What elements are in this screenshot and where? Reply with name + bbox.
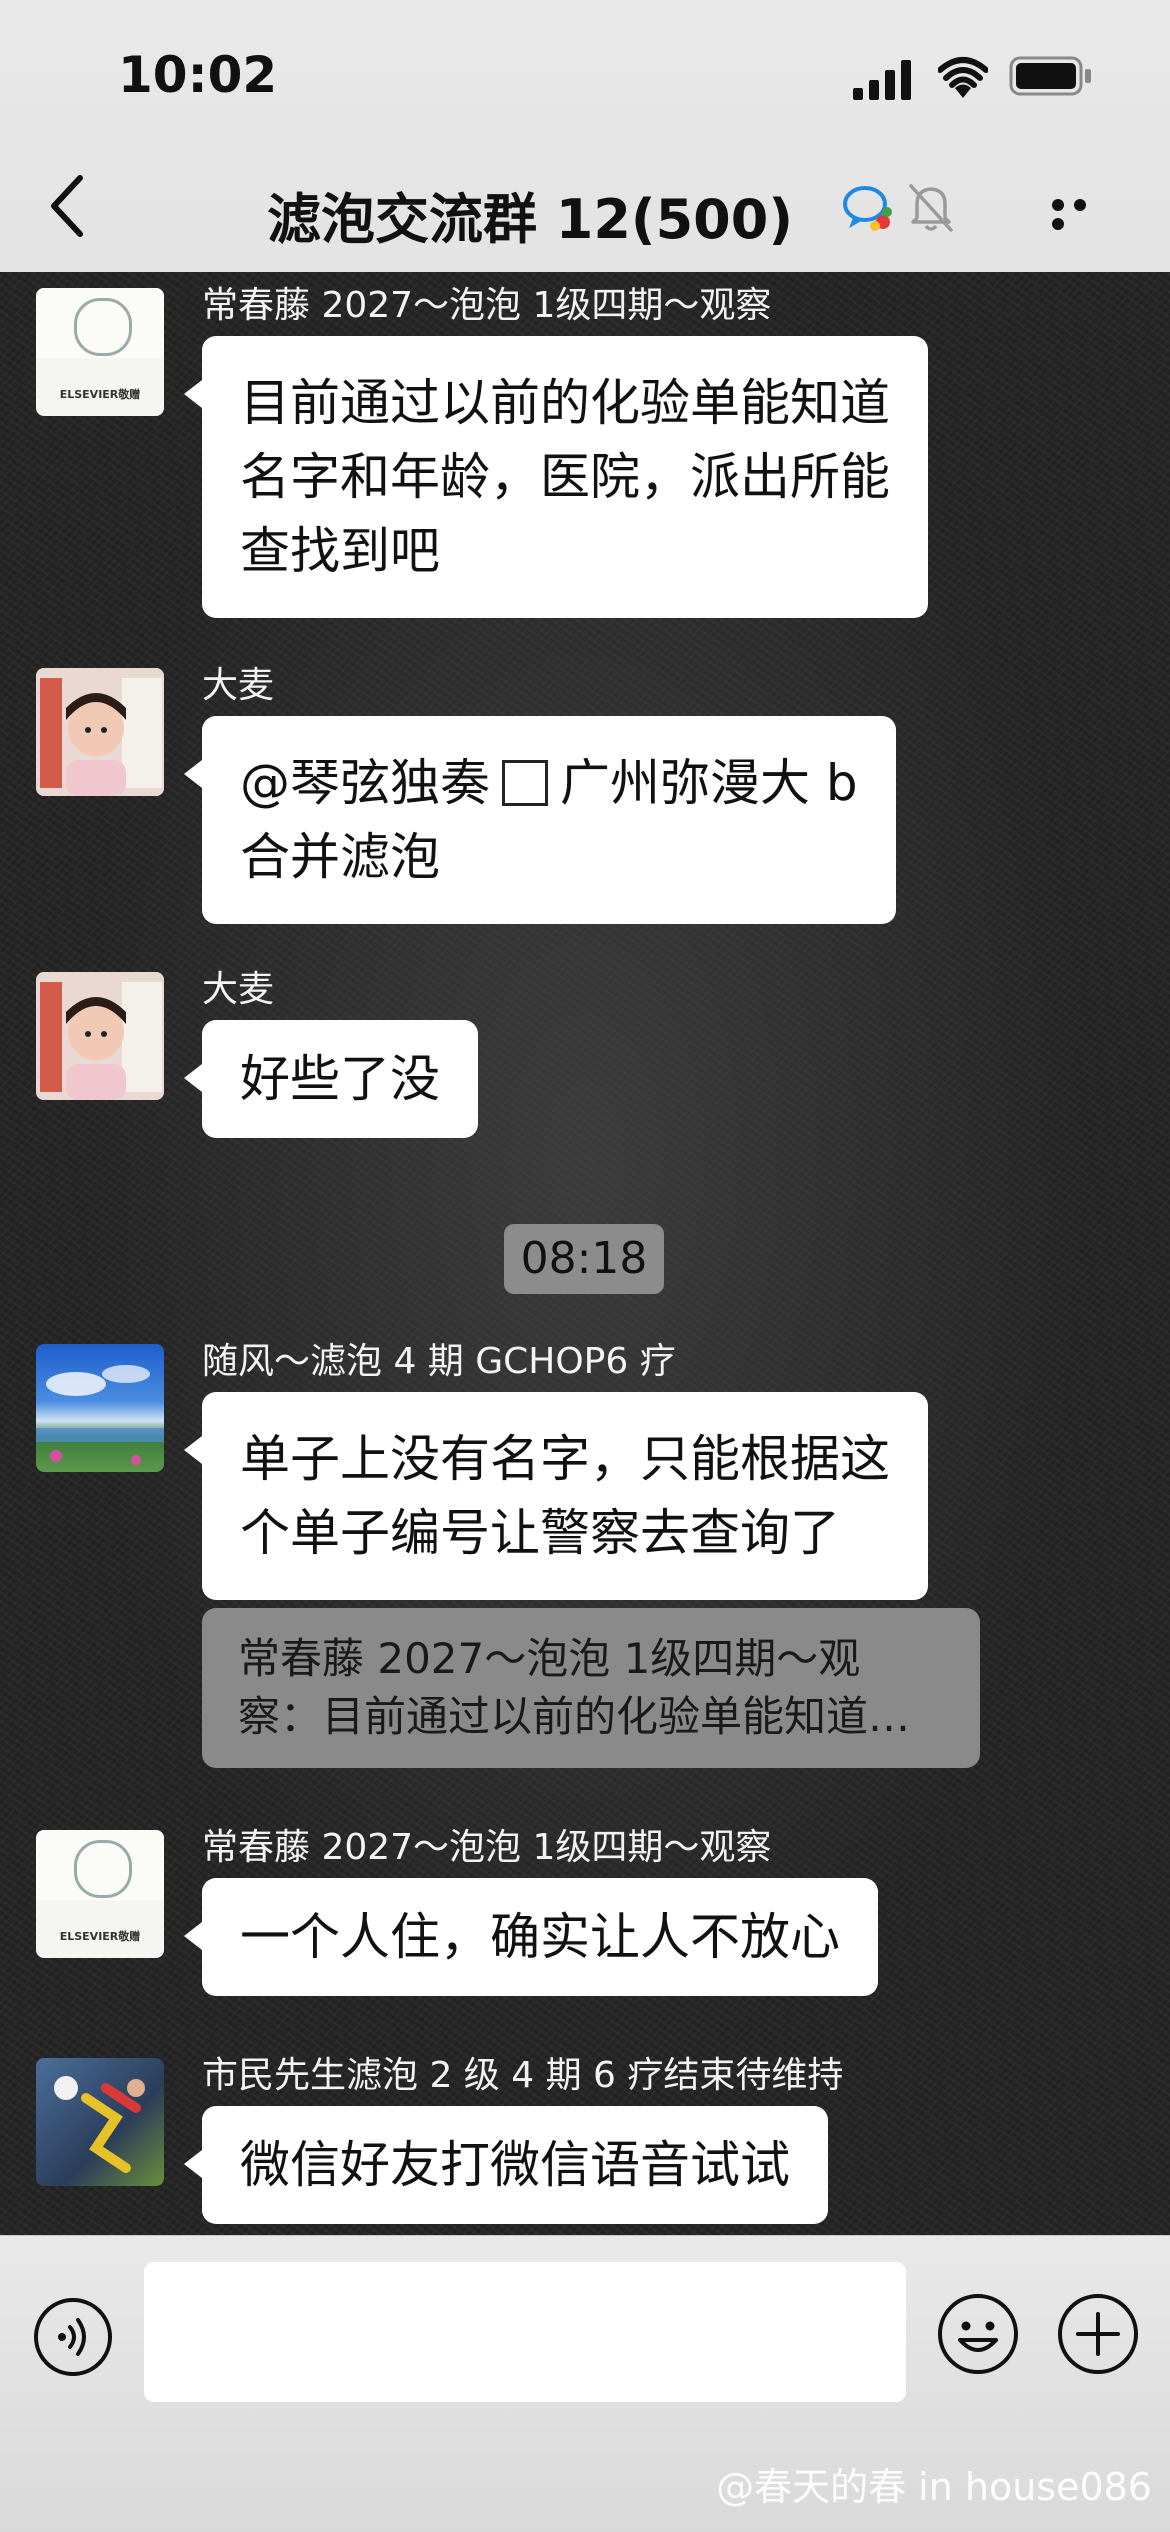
quoted-message[interactable]: 常春藤 2027～泡泡 1级四期～观 察：目前通过以前的化验单能知道名字和年龄	[202, 1608, 980, 1768]
watermark-text: @春天的春 in house086	[716, 2465, 1152, 2509]
sender-name: 常春藤 2027～泡泡 1级四期～观察	[202, 1827, 772, 1868]
missing-glyph-box-icon	[502, 760, 548, 806]
more-options-button[interactable]	[1052, 196, 1112, 230]
battery-icon	[1009, 56, 1091, 96]
message-line: 合并滤泡	[240, 828, 440, 886]
message-line: 好些了没	[240, 1050, 440, 1108]
mention-text[interactable]: @琴弦独奏	[240, 754, 490, 812]
quote-line: 察：目前通过以前的化验单能知道名字和年龄	[238, 1692, 944, 1741]
wifi-icon	[938, 57, 988, 98]
message-line: 目前通过以前的化验单能知道	[240, 374, 890, 432]
seal-icon	[74, 298, 132, 356]
message-bubble[interactable]: 好些了没	[184, 1020, 478, 1138]
back-button[interactable]	[44, 170, 88, 242]
status-time: 10:02	[118, 46, 278, 104]
more-dot	[1074, 199, 1086, 211]
group-chat-icon[interactable]	[841, 182, 895, 234]
sender-name: 市民先生滤泡 2 级 4 期 6 疗结束待维持	[202, 2055, 844, 2096]
message-line: 一个人住，确实让人不放心	[240, 1908, 840, 1966]
group-title: 滤泡交流群 12(500)	[0, 175, 1170, 254]
soccer-player-image	[54, 2076, 145, 2173]
landscape-avatar[interactable]	[36, 1344, 164, 1472]
elsevier-logo-avatar[interactable]: ELSEVIER敬赠	[36, 1830, 164, 1958]
message-line: 微信好友打微信语音试试	[240, 2136, 790, 2194]
more-dot	[1052, 199, 1064, 211]
message-bubble[interactable]: 单子上没有名字，只能根据这 个单子编号让警察去查询了	[184, 1392, 928, 1600]
bell-muted-icon	[909, 184, 953, 232]
avatar-caption: ELSEVIER敬赠	[59, 1930, 141, 1943]
seal-icon	[74, 1840, 132, 1898]
group-title-text: 滤泡交流群 12(500)	[266, 188, 794, 251]
emoji-icon[interactable]	[936, 2292, 1020, 2376]
message-line: 查找到吧	[240, 522, 440, 580]
landscape-image	[36, 1365, 164, 1465]
message-bubble[interactable]: @琴弦独奏 广州弥漫大 b 合并滤泡	[184, 716, 896, 924]
elsevier-logo-avatar[interactable]: ELSEVIER敬赠	[36, 288, 164, 416]
top-bar: 10:02 滤泡交流群 12(500)	[0, 0, 1170, 273]
message-bubble[interactable]: 微信好友打微信语音试试	[184, 2106, 828, 2224]
sender-name: 随风～滤泡 4 期 GCHOP6 疗	[202, 1341, 676, 1382]
child-photo-image	[36, 668, 164, 796]
message-input[interactable]	[144, 2262, 906, 2402]
message-line: 个单子编号让警察去查询了	[240, 1504, 840, 1562]
more-dot	[1052, 218, 1064, 230]
plus-icon[interactable]	[1056, 2292, 1140, 2376]
soccer-avatar[interactable]	[36, 2058, 164, 2186]
quote-line: 常春藤 2027～泡泡 1级四期～观	[238, 1634, 861, 1683]
voice-icon[interactable]	[32, 2296, 114, 2378]
cellular-signal-icon	[853, 60, 911, 100]
message-line: 单子上没有名字，只能根据这	[240, 1430, 890, 1488]
message-text: 广州弥漫大 b	[560, 754, 858, 812]
chat-area[interactable]: ELSEVIER敬赠 常春藤 2027～泡泡 1级四期～观察 目前通过以前的化验…	[0, 272, 1170, 2235]
sender-name: 常春藤 2027～泡泡 1级四期～观察	[202, 285, 772, 326]
sender-name: 大麦	[202, 665, 275, 706]
avatar-caption: ELSEVIER敬赠	[59, 388, 141, 401]
child-photo-avatar[interactable]	[36, 972, 164, 1100]
timestamp-divider: 08:18	[504, 1224, 664, 1294]
child-photo-avatar[interactable]	[36, 668, 164, 796]
message-line: 名字和年龄，医院，派出所能	[240, 448, 890, 506]
sender-name: 大麦	[202, 969, 275, 1010]
child-photo-image	[36, 972, 164, 1100]
message-line: @琴弦独奏 广州弥漫大 b	[240, 746, 858, 820]
message-bubble[interactable]: 目前通过以前的化验单能知道 名字和年龄，医院，派出所能 查找到吧	[184, 336, 928, 618]
message-bubble[interactable]: 一个人住，确实让人不放心	[184, 1878, 878, 1996]
